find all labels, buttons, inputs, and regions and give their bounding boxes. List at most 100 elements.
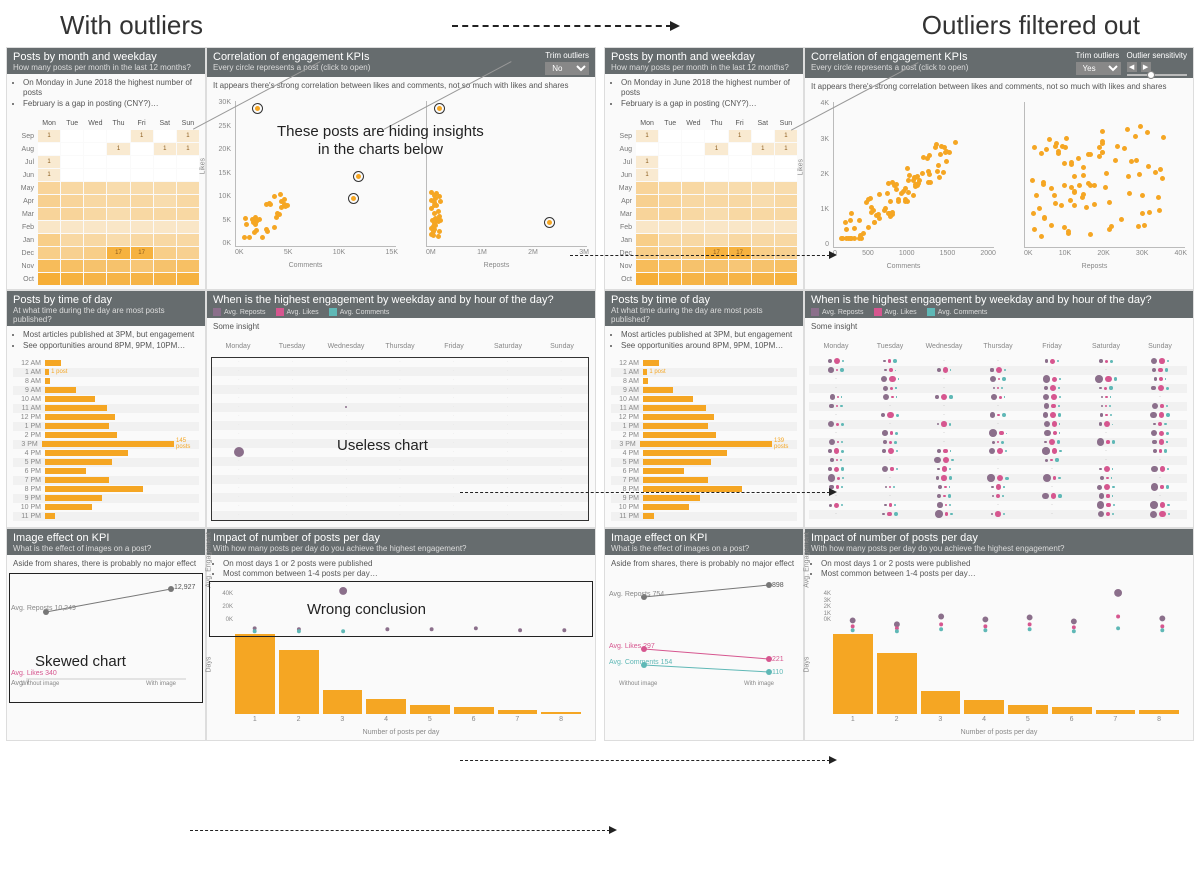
- trim-outliers-control: Trim outliers Yes: [1076, 51, 1121, 75]
- insight-bullet: See opportunities around 8PM, 9PM, 10PM…: [621, 341, 797, 351]
- swatch-likes: [276, 308, 284, 316]
- panel-header: Impact of number of posts per day With h…: [805, 529, 1193, 555]
- insight-bullet: See opportunities around 8PM, 9PM, 10PM…: [23, 341, 199, 351]
- panel-header: When is the highest engagement by weekda…: [805, 291, 1193, 318]
- dashboard-filtered: Posts by month and weekday How many post…: [604, 47, 1194, 741]
- scatter-likes-reposts[interactable]: 0M1M2M3M Reposts: [404, 99, 589, 259]
- insight-bullet: Most common between 1-4 posts per day…: [223, 569, 589, 579]
- series-label-reposts: Avg. Reposts 754: [609, 591, 664, 598]
- panel-engagement-heatmap: When is the highest engagement by weekda…: [804, 290, 1194, 527]
- x-axis-ticks: 0M1M2M3M: [426, 249, 589, 259]
- insight-bullet: February is a gap in posting (CNY?)…: [621, 99, 797, 109]
- panel-header: Posts by month and weekday How many post…: [605, 48, 803, 74]
- panel-insight: On most days 1 or 2 posts were published…: [207, 555, 595, 584]
- heatmap-grid[interactable]: MonTueWedThuFriSatSunSep111Aug111Jul1Jun…: [611, 117, 797, 285]
- panel-subtitle: With how many posts per day do you achie…: [811, 544, 1187, 553]
- page-header: With outliers Outliers filtered out: [0, 0, 1200, 47]
- panel-insight: On most days 1 or 2 posts were published…: [805, 555, 1193, 584]
- panel-title: Posts by time of day: [611, 294, 797, 306]
- x-axis-ticks: 0K10K20K30K40K: [1024, 250, 1187, 260]
- x-axis-label: Reposts: [1002, 263, 1187, 270]
- y-axis-label: Days: [206, 657, 213, 673]
- trim-outliers-select[interactable]: No: [545, 62, 589, 75]
- insight-bullet: On most days 1 or 2 posts were published: [223, 559, 589, 569]
- panel-time-of-day: Posts by time of day At what time during…: [6, 290, 206, 527]
- x-axis-label: Number of posts per day: [811, 729, 1187, 736]
- panel-title: Image effect on KPI: [13, 532, 199, 544]
- slider-prev-button[interactable]: ◀: [1127, 62, 1137, 72]
- days-bar-chart[interactable]: 12345678: [227, 637, 589, 727]
- insight-bullet: On Monday in June 2018 the highest numbe…: [621, 78, 797, 99]
- trim-outliers-control: Trim outliers No: [545, 51, 589, 75]
- panel-subtitle: What is the effect of images on a post?: [13, 544, 199, 553]
- series-label-reposts: Avg. Reposts 10,249: [11, 605, 76, 612]
- panel-title: Correlation of engagement KPIs: [213, 51, 539, 63]
- panel-insight: On Monday in June 2018 the highest numbe…: [7, 74, 205, 113]
- panel-heatmap: Posts by month and weekday How many post…: [6, 47, 206, 290]
- panel-insight: Aside from shares, there is probably no …: [605, 555, 803, 573]
- panel-subtitle: At what time during the day are most pos…: [611, 306, 797, 324]
- heatmap-grid[interactable]: MonTueWedThuFriSatSunSep111Aug111Jul1Jun…: [13, 117, 199, 285]
- panel-title: Posts by month and weekday: [13, 51, 199, 63]
- panel-subtitle: Every circle represents a post (click to…: [811, 63, 1070, 72]
- legend: Avg. Reposts Avg. Likes Avg. Comments: [213, 306, 589, 316]
- scatter-likes-comments[interactable]: Likes 4K3K2K1K0 0500100015002000 Comment…: [811, 100, 996, 260]
- insight-bullet: Most articles published at 3PM, but enga…: [621, 330, 797, 340]
- legend: Avg. Reposts Avg. Likes Avg. Comments: [811, 306, 1187, 316]
- x-axis-label: Reposts: [404, 262, 589, 269]
- swatch-comments: [329, 308, 337, 316]
- comparison-arrow-icon: [190, 830, 610, 831]
- panel-header: Impact of number of posts per day With h…: [207, 529, 595, 555]
- hour-bar-chart[interactable]: 12 AM1 AM1 post8 AM9 AM10 AM11 AM12 PM1 …: [605, 355, 803, 525]
- outlier-sensitivity-control: Outlier sensitivity ◀ ▶: [1127, 51, 1187, 76]
- y-axis-ticks: 4K3K2K1K0K: [811, 591, 831, 623]
- dotmatrix-header: MondayTuesdayWednesdayThursdayFridaySatu…: [809, 343, 1187, 350]
- panel-header: Posts by month and weekday How many post…: [7, 48, 205, 74]
- days-bar-chart[interactable]: 12345678: [825, 637, 1187, 727]
- scatter-likes-reposts[interactable]: 0K10K20K30K40K Reposts: [1002, 100, 1187, 260]
- panel-subtitle: With how many posts per day do you achie…: [213, 544, 589, 553]
- panel-header: Posts by time of day At what time during…: [7, 291, 205, 326]
- panel-heatmap: Posts by month and weekday How many post…: [604, 47, 804, 290]
- panel-header: Correlation of engagement KPIs Every cir…: [207, 48, 595, 77]
- x-axis-ticks: 0K5K10K15K: [235, 249, 398, 259]
- series-label-likes: Avg. Likes 297: [609, 643, 655, 650]
- panel-insight: Most articles published at 3PM, but enga…: [605, 326, 803, 355]
- insight-bullet: Most articles published at 3PM, but enga…: [23, 330, 199, 340]
- panel-posts-per-day: Impact of number of posts per day With h…: [804, 528, 1194, 742]
- svg-text:898: 898: [772, 582, 784, 589]
- avg-engagement-scatter[interactable]: 40K20K0K Avg. Engagement: [213, 587, 589, 637]
- panel-subtitle: How many posts per month in the last 12 …: [13, 63, 199, 72]
- y-axis-ticks: 40K20K0K: [213, 591, 233, 623]
- comparison-arrow-icon: [570, 255, 830, 256]
- hour-bar-chart[interactable]: 12 AM1 AM1 post8 AM9 AM10 AM11 AM12 PM1 …: [7, 355, 205, 525]
- panel-title: Impact of number of posts per day: [213, 532, 589, 544]
- avg-engagement-scatter[interactable]: 4K3K2K1K0K Avg. Engagement: [811, 587, 1187, 637]
- y-axis-label: Likes: [200, 158, 207, 174]
- sensitivity-slider[interactable]: [1127, 74, 1187, 76]
- panel-insight: Aside from shares, there is probably no …: [7, 555, 205, 573]
- trim-outliers-select[interactable]: Yes: [1076, 62, 1121, 75]
- swatch-likes: [874, 308, 882, 316]
- panel-insight: Some insight: [207, 318, 595, 336]
- panel-header: Image effect on KPI What is the effect o…: [605, 529, 803, 555]
- x-axis-ticks: 0500100015002000: [833, 250, 996, 260]
- y-axis-label: Avg. Engagement: [804, 533, 811, 589]
- swatch-reposts: [811, 308, 819, 316]
- panel-title: Image effect on KPI: [611, 532, 797, 544]
- dashboards-row: Posts by month and weekday How many post…: [0, 47, 1200, 741]
- panel-image-effect: Image effect on KPI What is the effect o…: [6, 528, 206, 742]
- swatch-comments: [927, 308, 935, 316]
- panel-title: Correlation of engagement KPIs: [811, 51, 1070, 63]
- insight-bullet: Most common between 1-4 posts per day…: [821, 569, 1187, 579]
- swatch-reposts: [213, 308, 221, 316]
- svg-text:221: 221: [772, 656, 784, 663]
- panel-header: Correlation of engagement KPIs Every cir…: [805, 48, 1193, 78]
- panel-header: Posts by time of day At what time during…: [605, 291, 803, 326]
- scatter-likes-comments[interactable]: Likes 30K25K20K15K10K5K0K 0K5K10K15K Com…: [213, 99, 398, 259]
- comparison-arrow-icon: [460, 492, 830, 493]
- y-axis-label: Avg. Engagement: [206, 533, 213, 589]
- dotmatrix[interactable]: ········································…: [211, 357, 589, 521]
- trim-label: Trim outliers: [1076, 51, 1121, 60]
- dotmatrix[interactable]: -------------------------------------: [809, 357, 1187, 521]
